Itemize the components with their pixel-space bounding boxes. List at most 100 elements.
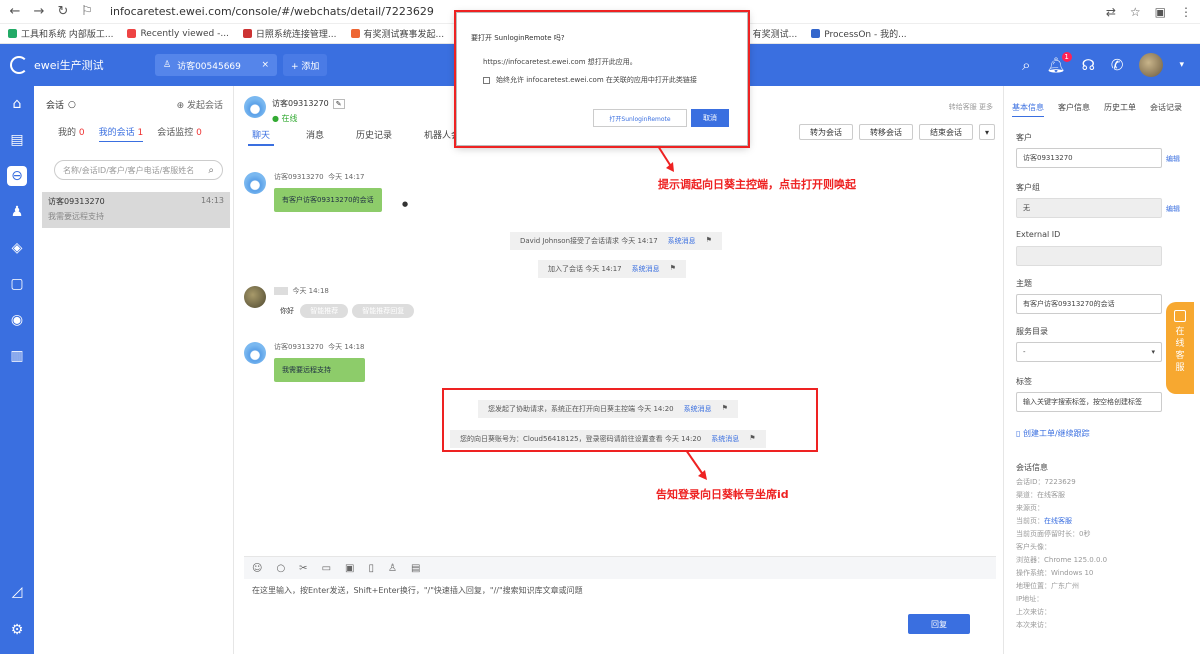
back-icon[interactable]: ←: [8, 4, 22, 19]
analytics-icon[interactable]: ◿: [7, 582, 27, 602]
chat-header-links[interactable]: 转给客服 更多: [949, 102, 993, 112]
message-icon[interactable]: ◉: [7, 310, 27, 330]
chat-icon[interactable]: ⊖: [7, 166, 27, 186]
tab-my-conversations-label: 我的会话: [98, 128, 135, 138]
file-icon[interactable]: ▯: [368, 563, 374, 574]
end-conversation-button[interactable]: 结束会话: [918, 124, 973, 140]
translate-icon[interactable]: ⇄: [1106, 5, 1116, 19]
send-button[interactable]: 回复: [908, 614, 970, 634]
bookmark-item[interactable]: ProcessOn - 我的...: [811, 27, 907, 40]
session-info-row: 本次来访：: [1016, 621, 1051, 629]
emoji-icon[interactable]: ☺: [252, 563, 262, 574]
smart-reply-pill[interactable]: 智能推荐: [300, 304, 349, 318]
avatar[interactable]: [1139, 53, 1164, 77]
field-label: 客户组: [1016, 183, 1040, 192]
tab-history-tickets[interactable]: 历史工单: [1104, 102, 1136, 117]
edit-link[interactable]: 编辑: [1166, 154, 1180, 164]
extensions-icon[interactable]: ▣: [1155, 5, 1166, 19]
user-card-icon[interactable]: ♙: [388, 563, 397, 574]
smart-reply-pill[interactable]: 智能推荐回复: [352, 304, 415, 318]
site-info-icon[interactable]: ⚐: [80, 4, 94, 19]
tab-conversation-records[interactable]: 会话记录: [1150, 102, 1182, 117]
layers-icon[interactable]: ◈: [7, 238, 27, 258]
forward-icon[interactable]: →: [32, 4, 46, 19]
customer-group-field[interactable]: 无: [1016, 198, 1162, 218]
conversation-search-input[interactable]: 名称/会话ID/客户/客户电话/客服姓名 ⌕: [54, 160, 223, 180]
search-icon[interactable]: ⌕: [208, 165, 214, 176]
chevron-down-icon[interactable]: ▾: [1179, 60, 1184, 70]
message-input[interactable]: 在这里输入，按Enter发送，Shift+Enter换行，"/"快速插入回复，"…: [244, 579, 996, 602]
tab-messages[interactable]: 消息: [306, 128, 324, 146]
knowledge-icon[interactable]: ▢: [7, 274, 27, 294]
flag-icon[interactable]: ⚑: [706, 236, 712, 246]
search-placeholder: 名称/会话ID/客户/客户电话/客服姓名: [63, 165, 195, 175]
more-actions-dropdown[interactable]: ▾: [978, 124, 995, 140]
edit-icon[interactable]: ✎: [332, 99, 345, 109]
home-icon[interactable]: ⌂: [7, 94, 27, 114]
bookmark-star-icon[interactable]: ☆: [1130, 5, 1141, 19]
headset-icon[interactable]: ☊: [1082, 56, 1095, 74]
address-bar[interactable]: infocaretest.ewei.com/console/#/webchats…: [110, 5, 434, 18]
bookmark-item[interactable]: 有奖测试赛事发起...: [350, 27, 444, 40]
tab-mine[interactable]: 我的 0: [58, 125, 85, 142]
conversation-tab[interactable]: ♙ 访客00545669 ×: [155, 54, 277, 76]
system-message-link[interactable]: 系统消息: [668, 236, 696, 246]
image-icon[interactable]: ▣: [345, 563, 354, 574]
convert-conversation-button[interactable]: 转为会话: [798, 124, 853, 140]
edit-link[interactable]: 编辑: [1166, 204, 1180, 214]
tab-my-conversations[interactable]: 我的会话 1: [98, 125, 144, 142]
message-time: 今天 14:18: [328, 343, 365, 351]
reload-icon[interactable]: ↻: [56, 4, 70, 19]
agent-avatar: [244, 286, 266, 308]
message-status-dot: ●: [402, 200, 409, 208]
search-icon[interactable]: ⌕: [1022, 56, 1030, 74]
chat-message: 访客09313270 今天 14:17 有客户访客09313270的会话: [244, 172, 382, 212]
service-catalog-select[interactable]: - ▾: [1016, 342, 1162, 362]
bookmark-item[interactable]: 工具和系统 内部版工...: [8, 27, 113, 40]
tab-chat[interactable]: 聊天: [248, 128, 275, 146]
tags-input[interactable]: 输入关键字搜索标签，按空格创建标签: [1016, 392, 1162, 412]
phone-icon[interactable]: ✆: [1111, 56, 1124, 74]
customer-field[interactable]: 访客09313270: [1016, 148, 1162, 168]
bookmark-item[interactable]: Recently viewed -...: [127, 29, 229, 39]
note-icon[interactable]: ▤: [411, 563, 420, 574]
scissors-icon[interactable]: ✂: [299, 563, 307, 574]
video-icon[interactable]: ▭: [322, 563, 331, 574]
online-service-float-button[interactable]: 在线客服: [1166, 302, 1194, 394]
external-id-field[interactable]: [1016, 246, 1162, 266]
menu-icon[interactable]: ⋮: [1180, 5, 1192, 19]
transfer-conversation-button[interactable]: 转移会话: [858, 124, 913, 140]
annotation-text-top: 提示调起向日葵主控端，点击打开则唤起: [658, 178, 856, 191]
bell-icon[interactable]: 🔔︎ 1: [1047, 52, 1072, 74]
session-info-value: Windows 10: [1051, 569, 1094, 577]
tab-monitor-label: 会话监控: [157, 128, 194, 138]
refresh-icon[interactable]: ○: [68, 100, 76, 110]
online-status: ● 在线: [272, 114, 298, 123]
notification-badge: 1: [1061, 52, 1072, 62]
subject-field[interactable]: 有客户访客09313270的会话: [1016, 294, 1162, 314]
new-conversation-button[interactable]: ⊕ 发起会话: [177, 98, 223, 111]
system-message-link[interactable]: 系统消息: [632, 264, 660, 274]
close-tab-icon[interactable]: ×: [261, 60, 269, 70]
chat-bubble-icon: [1174, 310, 1186, 322]
bookmark-item[interactable]: 日照系统连接管理...: [242, 27, 337, 40]
tab-monitor[interactable]: 会话监控 0: [157, 125, 202, 142]
create-ticket-link[interactable]: ▯ 创建工单/继续跟踪: [1016, 428, 1090, 439]
tab-history[interactable]: 历史记录: [356, 128, 392, 146]
session-info-row: IP地址：: [1016, 595, 1044, 603]
list-item-time: 14:13: [200, 196, 224, 205]
customer-icon[interactable]: ♟: [7, 202, 27, 222]
add-tab-button[interactable]: + 添加: [283, 54, 328, 76]
tab-basic-info[interactable]: 基本信息: [1012, 102, 1044, 117]
create-ticket-label: 创建工单/继续跟踪: [1022, 429, 1090, 438]
system-message-text: 加入了会话 今天 14:17: [548, 265, 622, 273]
ticket-icon[interactable]: ▤: [7, 130, 27, 150]
session-info-value: 在线客服: [1044, 517, 1072, 525]
settings-icon[interactable]: ⚙: [7, 620, 27, 640]
circle-icon[interactable]: ○: [276, 563, 285, 574]
flag-icon[interactable]: ⚑: [670, 264, 676, 274]
report-icon[interactable]: ▥: [7, 346, 27, 366]
session-info-value: 0秒: [1079, 530, 1091, 538]
list-item[interactable]: 访客09313270 14:13 我需要远程支持: [42, 192, 230, 228]
tab-customer-info[interactable]: 客户信息: [1058, 102, 1090, 117]
